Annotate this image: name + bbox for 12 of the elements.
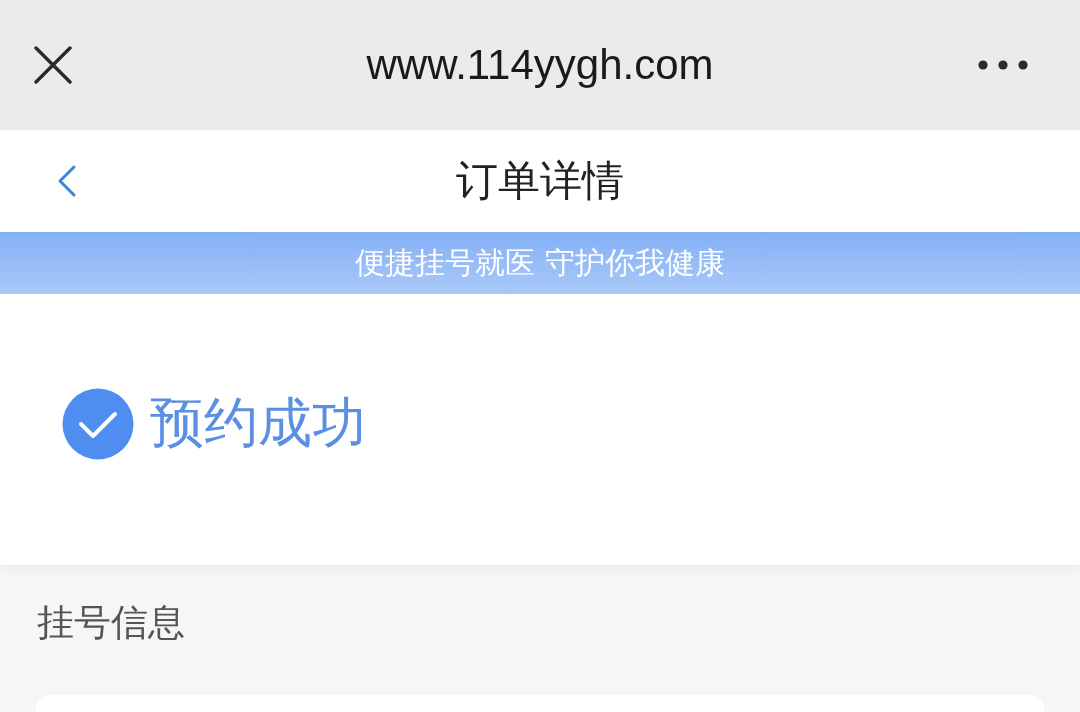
close-icon [34, 46, 72, 84]
page-title: 订单详情 [456, 155, 624, 207]
close-button[interactable] [34, 46, 72, 84]
url-text: www.114yygh.com [366, 39, 714, 90]
status-text: 预约成功 [150, 391, 366, 456]
check-circle-icon [62, 387, 134, 460]
back-button[interactable] [56, 164, 78, 198]
more-icon [978, 60, 1028, 70]
slogan-text: 便捷挂号就医 守护你我健康 [355, 245, 725, 281]
section-title: 挂号信息 [37, 601, 185, 646]
back-icon [56, 164, 78, 198]
more-button[interactable] [978, 60, 1028, 70]
